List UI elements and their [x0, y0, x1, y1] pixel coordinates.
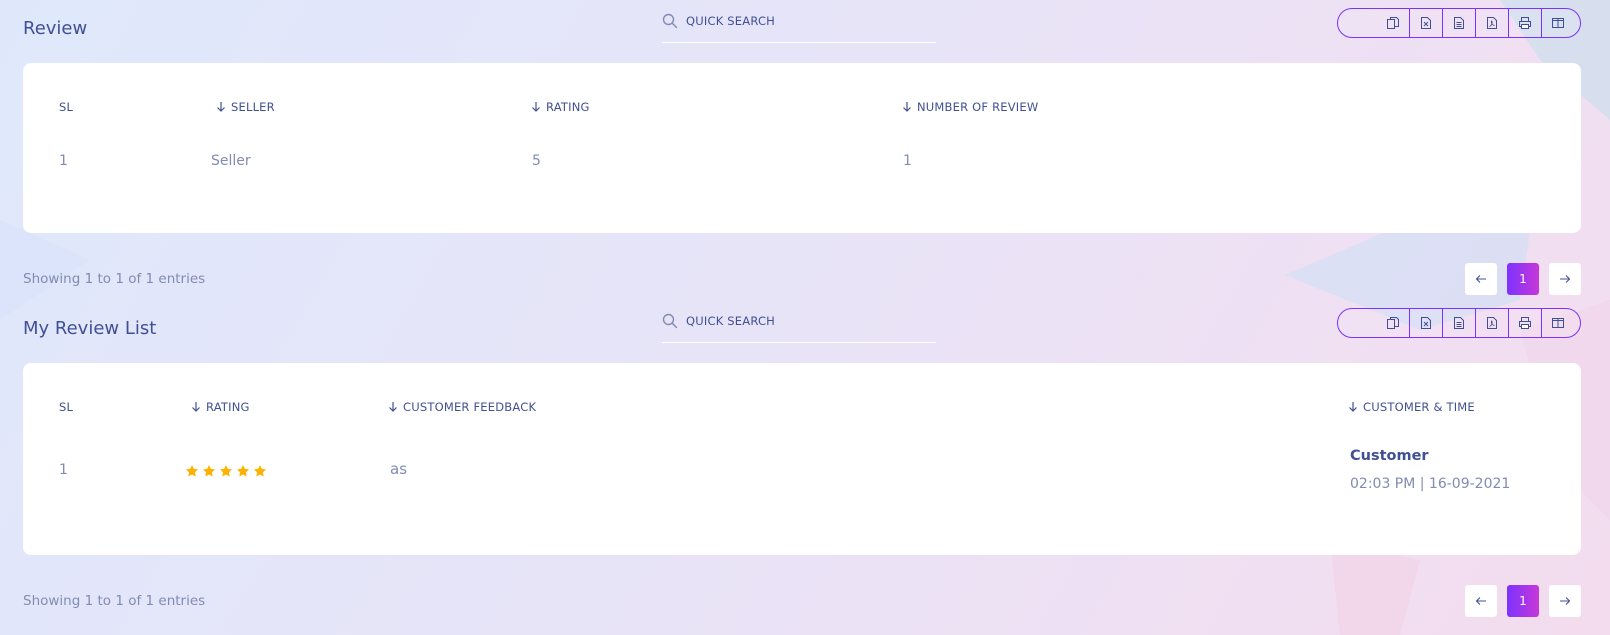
my-review-list-search[interactable]	[662, 300, 936, 343]
customer-name: Customer	[1350, 448, 1429, 464]
arrow-right-icon	[1560, 597, 1571, 605]
review-header: Review	[23, 0, 1581, 50]
copy-icon	[1386, 17, 1399, 29]
pdf-icon	[1487, 17, 1497, 29]
cell-seller: Seller	[211, 153, 251, 169]
print-button[interactable]	[1508, 9, 1541, 37]
next-page-button[interactable]	[1549, 585, 1581, 617]
columns-button[interactable]	[1541, 309, 1574, 337]
excel-icon	[1421, 317, 1431, 329]
pagination: 1	[1465, 263, 1581, 295]
column-header-number-of-review[interactable]: NUMBER OF REVIEW	[901, 100, 1038, 114]
cell-sl: 1	[59, 153, 68, 169]
star-rating	[185, 464, 267, 478]
csv-icon	[1454, 17, 1464, 29]
csv-button[interactable]	[1442, 9, 1475, 37]
cell-number-of-review: 1	[903, 153, 912, 169]
previous-page-button[interactable]	[1465, 585, 1497, 617]
my-review-list-title: My Review List	[23, 318, 157, 339]
print-icon	[1519, 17, 1531, 29]
my-review-list-header: My Review List	[23, 300, 1581, 350]
excel-button[interactable]	[1409, 309, 1442, 337]
export-buttons	[1337, 8, 1581, 38]
sort-arrow-icon	[217, 102, 225, 112]
previous-page-button[interactable]	[1465, 263, 1497, 295]
cell-sl: 1	[59, 462, 68, 478]
search-input[interactable]	[686, 14, 916, 28]
cell-rating: 5	[532, 153, 541, 169]
columns-icon	[1552, 318, 1564, 328]
star-icon	[202, 465, 216, 477]
review-time: 02:03 PM | 16-09-2021	[1350, 476, 1511, 492]
arrow-right-icon	[1560, 275, 1571, 283]
star-icon	[219, 465, 233, 477]
print-icon	[1519, 317, 1531, 329]
pagination-info: Showing 1 to 1 of 1 entries	[23, 593, 206, 609]
cell-feedback: as	[390, 460, 408, 478]
copy-button[interactable]	[1376, 9, 1409, 37]
arrow-left-icon	[1475, 275, 1486, 283]
sort-arrow-icon	[532, 102, 540, 112]
sort-arrow-icon	[192, 402, 200, 412]
pagination: 1	[1465, 585, 1581, 617]
search-icon	[662, 313, 678, 329]
column-header-sl[interactable]: SL	[59, 100, 73, 114]
column-header-customer-feedback[interactable]: CUSTOMER FEEDBACK	[387, 400, 536, 414]
star-icon	[253, 465, 267, 477]
columns-icon	[1552, 18, 1564, 28]
export-buttons	[1337, 308, 1581, 338]
excel-icon	[1421, 17, 1431, 29]
review-table-card: SL SELLER RATING NUMBER OF REVIEW 1 Sell…	[23, 63, 1581, 233]
review-section: Review QUICK SEARCH SL SELLER RATING NUM…	[23, 0, 1581, 295]
pagination-info: Showing 1 to 1 of 1 entries	[23, 271, 206, 287]
sort-arrow-icon	[903, 102, 911, 112]
pdf-button[interactable]	[1475, 309, 1508, 337]
next-page-button[interactable]	[1549, 263, 1581, 295]
column-header-rating[interactable]: RATING	[530, 100, 590, 114]
search-icon	[662, 13, 678, 29]
review-title: Review	[23, 18, 88, 39]
my-review-list-section: My Review List QUICK SEARCH SL RATING CU…	[23, 300, 1581, 617]
search-input[interactable]	[686, 314, 916, 328]
page-button-current[interactable]: 1	[1507, 263, 1539, 295]
my-review-list-table-card: SL RATING CUSTOMER FEEDBACK CUSTOMER & T…	[23, 363, 1581, 555]
star-icon	[236, 465, 250, 477]
column-header-seller[interactable]: SELLER	[215, 100, 275, 114]
csv-button[interactable]	[1442, 309, 1475, 337]
sort-arrow-icon	[1349, 402, 1357, 412]
copy-icon	[1386, 317, 1399, 329]
sort-arrow-icon	[389, 402, 397, 412]
page-button-current[interactable]: 1	[1507, 585, 1539, 617]
copy-button[interactable]	[1376, 309, 1409, 337]
print-button[interactable]	[1508, 309, 1541, 337]
columns-button[interactable]	[1541, 9, 1574, 37]
star-icon	[185, 465, 199, 477]
arrow-left-icon	[1475, 597, 1486, 605]
column-header-sl[interactable]: SL	[59, 400, 73, 414]
pdf-button[interactable]	[1475, 9, 1508, 37]
column-header-customer-and-time[interactable]: CUSTOMER & TIME	[1347, 400, 1475, 414]
csv-icon	[1454, 317, 1464, 329]
pdf-icon	[1487, 317, 1497, 329]
review-search[interactable]	[662, 0, 936, 43]
column-header-rating[interactable]: RATING	[190, 400, 250, 414]
excel-button[interactable]	[1409, 9, 1442, 37]
